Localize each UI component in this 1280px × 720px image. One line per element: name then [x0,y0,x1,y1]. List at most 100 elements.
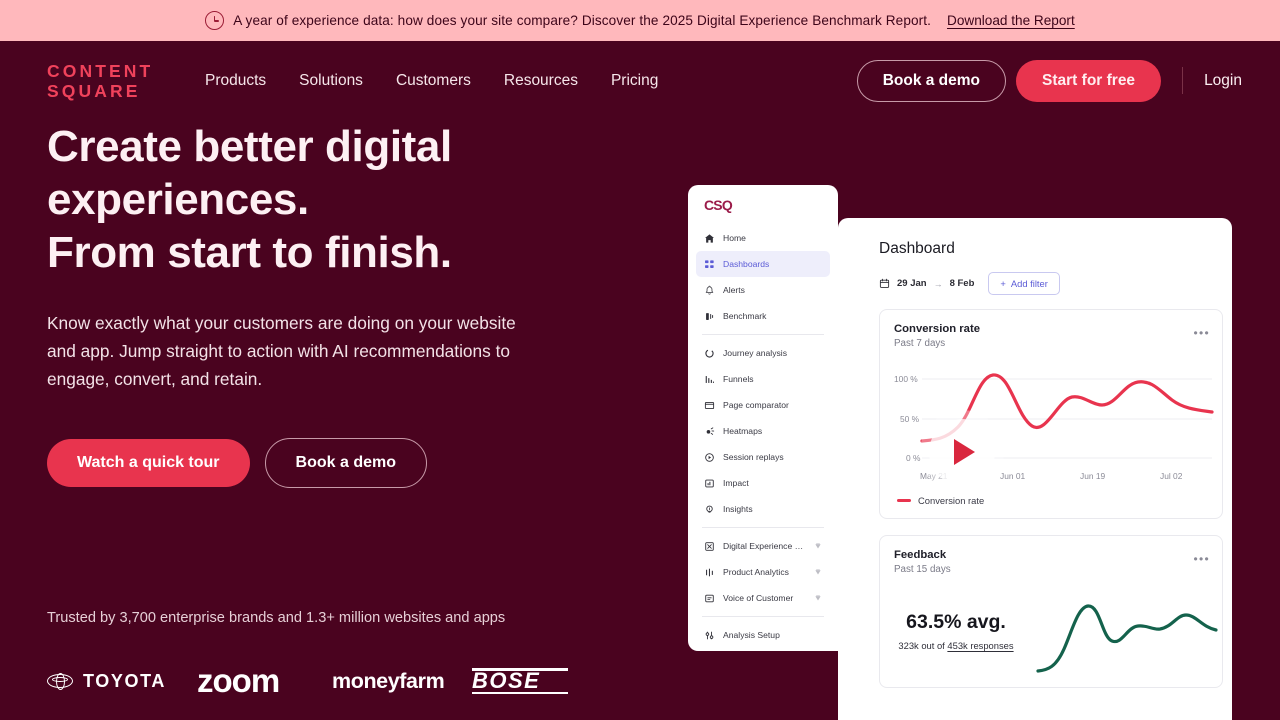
sidebar-label: Dashboards [723,259,770,269]
brand-logo-row: TOYOTA zoom moneyfarm BOSE [47,662,592,700]
feedback-response-count: 323k out of 453k responses [880,640,1032,651]
hero-subhead: Know exactly what your customers are doi… [47,313,516,389]
svg-text:Jun 01: Jun 01 [1000,471,1025,481]
brand-logo-moneyfarm: moneyfarm [332,668,445,693]
bose-wordmark: BOSE [472,668,541,693]
svg-text:Jun 19: Jun 19 [1080,471,1105,481]
grid-icon [704,259,715,270]
benchmark-icon [704,311,715,322]
conversion-rate-svg: 100 % 50 % 0 % May 21 Jun 01 Jun 19 Jul … [894,373,1214,481]
sidebar-label: Benchmark [723,311,767,321]
sliders-icon [704,630,715,641]
impact-icon [704,478,715,489]
feedback-chart-svg [1036,604,1218,673]
legend-swatch [897,499,911,502]
feedback-chart [1032,575,1222,687]
sidebar-label: Journey analysis [723,348,788,358]
download-report-link[interactable]: Download the Report [947,13,1075,28]
date-range-picker[interactable]: 29 Jan → 8 Feb [879,278,974,289]
plus-icon: + [1000,278,1006,289]
dashboard-mock-main: Dashboard 29 Jan → 8 Feb + Add filter Co… [838,218,1232,720]
watch-quick-tour-button[interactable]: Watch a quick tour [47,439,250,487]
clock-icon [205,11,225,30]
calendar-icon [879,278,890,288]
announcement-text: A year of experience data: how does your… [233,13,932,28]
sidebar-item-insights[interactable]: Insights [696,496,830,522]
card-subtitle: Past 15 days [894,564,951,575]
card-subtitle: Past 7 days [894,338,946,349]
brand-logo-zoom: zoom [197,662,280,699]
sidebar-item-benchmark[interactable]: Benchmark [696,303,830,329]
add-filter-label: Add filter [1010,278,1048,289]
nav-item-pricing[interactable]: Pricing [611,72,658,90]
contentsquare-logo[interactable]: CONTENT SQUARE [47,61,167,101]
sidebar-divider [702,527,824,528]
date-range-start: 29 Jan [897,278,927,289]
card-title: Feedback [894,549,947,561]
feedback-response-prefix: 323k out of [898,640,948,651]
sidebar-group-primary: Home Dashboards Alerts Benchmark [688,225,838,329]
sidebar-label: Home [723,233,746,243]
sidebar-label: Alerts [723,285,745,295]
header-actions: Book a demo Start for free Login [856,59,1242,102]
sidebar-item-product-analytics[interactable]: Product Analytics [696,559,830,585]
sidebar-item-journey-analysis[interactable]: Journey analysis [696,340,830,366]
nav-item-resources[interactable]: Resources [504,72,578,90]
sidebar-label: Analysis Setup [723,630,780,640]
nav-item-solutions[interactable]: Solutions [299,72,363,90]
card-overflow-menu-icon[interactable]: ••• [1193,327,1210,339]
feedback-summary: 63.5% avg. 323k out of 453k responses [880,611,1032,651]
sidebar-item-session-replays[interactable]: Session replays [696,444,830,470]
hero-section: Create better digital experiences. From … [47,120,607,488]
sidebar-item-analysis-setup[interactable]: Analysis Setup [696,622,830,648]
site-header: CONTENT SQUARE Products Solutions Custom… [0,41,1280,120]
journey-icon [704,348,715,359]
sidebar-item-heatmaps[interactable]: Heatmaps [696,418,830,444]
play-icon [954,439,975,465]
sidebar-item-funnels[interactable]: Funnels [696,366,830,392]
sidebar-divider [702,616,824,617]
page-icon [704,400,715,411]
nav-item-customers[interactable]: Customers [396,72,471,90]
hero-headline: Create better digital experiences. From … [47,120,607,279]
legend-label: Conversion rate [918,495,985,506]
book-a-demo-button[interactable]: Book a demo [264,438,427,488]
gem-icon [815,569,821,575]
svg-text:0 %: 0 % [906,453,921,463]
csq-logo: CSQ [704,197,733,213]
sidebar-item-dashboards[interactable]: Dashboards [696,251,830,277]
book-demo-button[interactable]: Book a demo [856,59,1007,102]
sidebar-label: Session replays [723,452,784,462]
conversion-rate-legend: Conversion rate [897,495,1222,506]
login-link[interactable]: Login [1204,72,1242,90]
feedback-content: 63.5% avg. 323k out of 453k responses [880,575,1222,687]
trusted-by-text: Trusted by 3,700 enterprise brands and 1… [47,610,506,626]
headline-line-1: Create better digital [47,122,452,171]
sidebar-item-impact[interactable]: Impact [696,470,830,496]
dashboard-mock-sidebar: CSQ Home Dashboards Alerts Benchmark Jou… [688,185,838,651]
svg-text:Jul 02: Jul 02 [1160,471,1183,481]
nav-item-products[interactable]: Products [205,72,266,90]
feedback-response-link[interactable]: 453k responses [947,640,1013,651]
sidebar-item-voice-of-customer[interactable]: Voice of Customer [696,585,830,611]
headline-line-2: experiences. [47,175,309,224]
play-video-button[interactable] [929,419,995,485]
sidebar-group-setup: Analysis Setup [688,622,838,648]
main-nav: Products Solutions Customers Resources P… [205,72,658,90]
sidebar-item-digital-experience-monitoring[interactable]: Digital Experience Monitor... [696,533,830,559]
voice-icon [704,593,715,604]
sidebar-label: Digital Experience Monitor... [723,541,806,551]
logo-line-1: CONTENT [47,60,154,81]
sidebar-item-page-comparator[interactable]: Page comparator [696,392,830,418]
logo-line-2: SQUARE [47,80,141,101]
sidebar-item-home[interactable]: Home [696,225,830,251]
header-divider [1182,67,1184,94]
add-filter-button[interactable]: + Add filter [988,272,1060,295]
gem-icon [815,543,821,549]
hero-cta-row: Watch a quick tour Book a demo [47,438,607,488]
sidebar-label: Insights [723,504,753,514]
start-for-free-button[interactable]: Start for free [1016,59,1162,102]
sidebar-group-products: Digital Experience Monitor... Product An… [688,533,838,611]
sidebar-item-alerts[interactable]: Alerts [696,277,830,303]
card-overflow-menu-icon[interactable]: ••• [1193,553,1210,565]
